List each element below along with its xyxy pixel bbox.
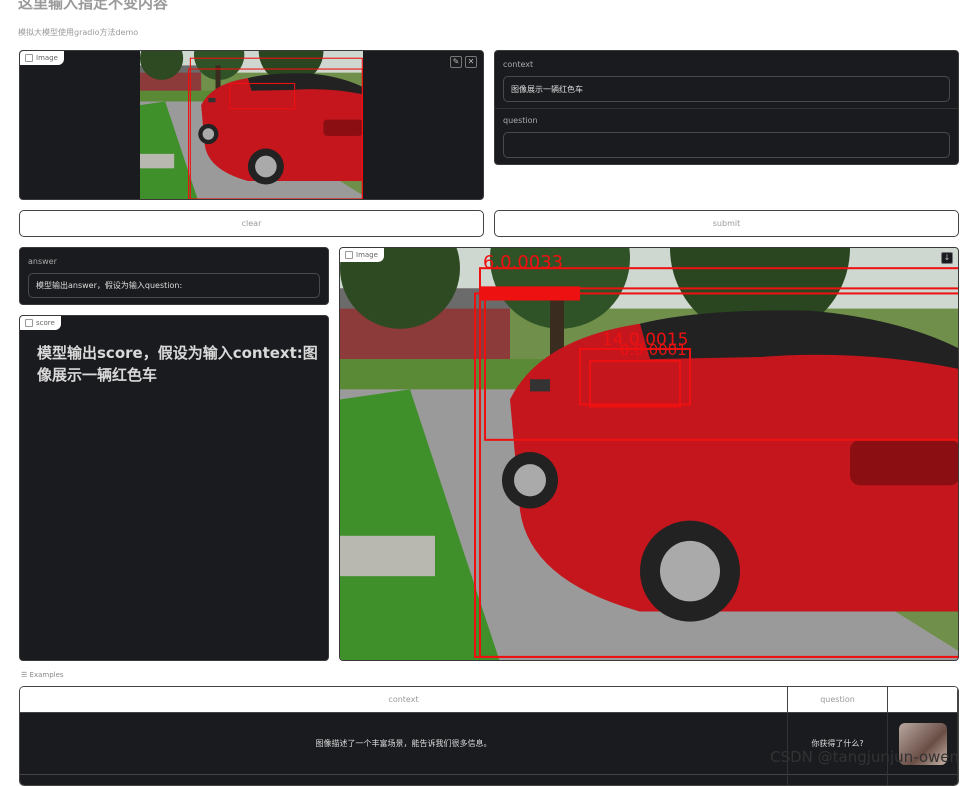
output-image: 6.0.0033 14.0.0015 0.0.0001 [340,248,959,661]
download-icon[interactable]: ↓ [941,252,953,264]
image-icon [345,251,353,259]
detection-label: 6.0.0033 [483,252,563,273]
detection-label-box [480,286,580,300]
text-inputs-panel: context 图像展示一辆红色车 question [494,50,959,165]
output-image-tag: Image [340,248,384,262]
output-image-panel: 6.0.0033 14.0.0015 0.0.0001 Image ↓ [339,247,959,661]
example-context-cell[interactable]: 图像描述了一个丰富场景，能告诉我们很多信息。 [20,713,788,775]
clear-button[interactable]: clear [19,210,484,237]
page-title: 这里输入指定不变内容 [18,0,168,13]
score-label: score [36,319,55,327]
image-icon [25,54,33,62]
examples-header: ☰ Examples [21,671,64,679]
watermark: CSDN @tangjunjun-owen [770,748,959,766]
edit-icon[interactable]: ✎ [450,56,462,68]
context-field[interactable]: 图像展示一辆红色车 [503,76,950,102]
answer-panel: answer 模型输出answer，假设为输入question: [19,247,329,305]
question-field[interactable] [503,132,950,158]
context-label: context [503,60,533,69]
answer-label: answer [28,257,57,266]
answer-field[interactable]: 模型输出answer，假设为输入question: [28,273,320,298]
label-icon [25,319,33,327]
score-panel: score 模型输出score，假设为输入context:图像展示一辆红色车 [19,315,329,661]
list-icon: ☰ [21,671,27,679]
detection-label: 0.0.0001 [620,341,687,359]
close-icon[interactable]: ✕ [465,56,477,68]
field-divider [495,108,958,109]
input-image-panel[interactable]: Image ✎ ✕ [19,50,484,200]
score-value: 模型输出score，假设为输入context:图像展示一辆红色车 [37,342,322,386]
output-image-label: Image [356,251,378,259]
input-image-tag: Image [20,51,64,65]
input-image-label: Image [36,54,58,62]
score-tag: score [20,316,61,330]
page-subtitle: 模拟大模型使用gradio方法demo [18,27,138,38]
column-header-context: context [20,687,788,713]
examples-table: context question 图像描述了一个丰富场景，能告诉我们很多信息。 … [19,686,959,786]
examples-label: Examples [30,671,64,679]
submit-button[interactable]: submit [494,210,959,237]
question-label: question [503,116,538,125]
column-header-question: question [788,687,888,713]
table-row[interactable] [20,775,958,786]
column-header-image [888,687,958,713]
input-image [140,51,363,199]
